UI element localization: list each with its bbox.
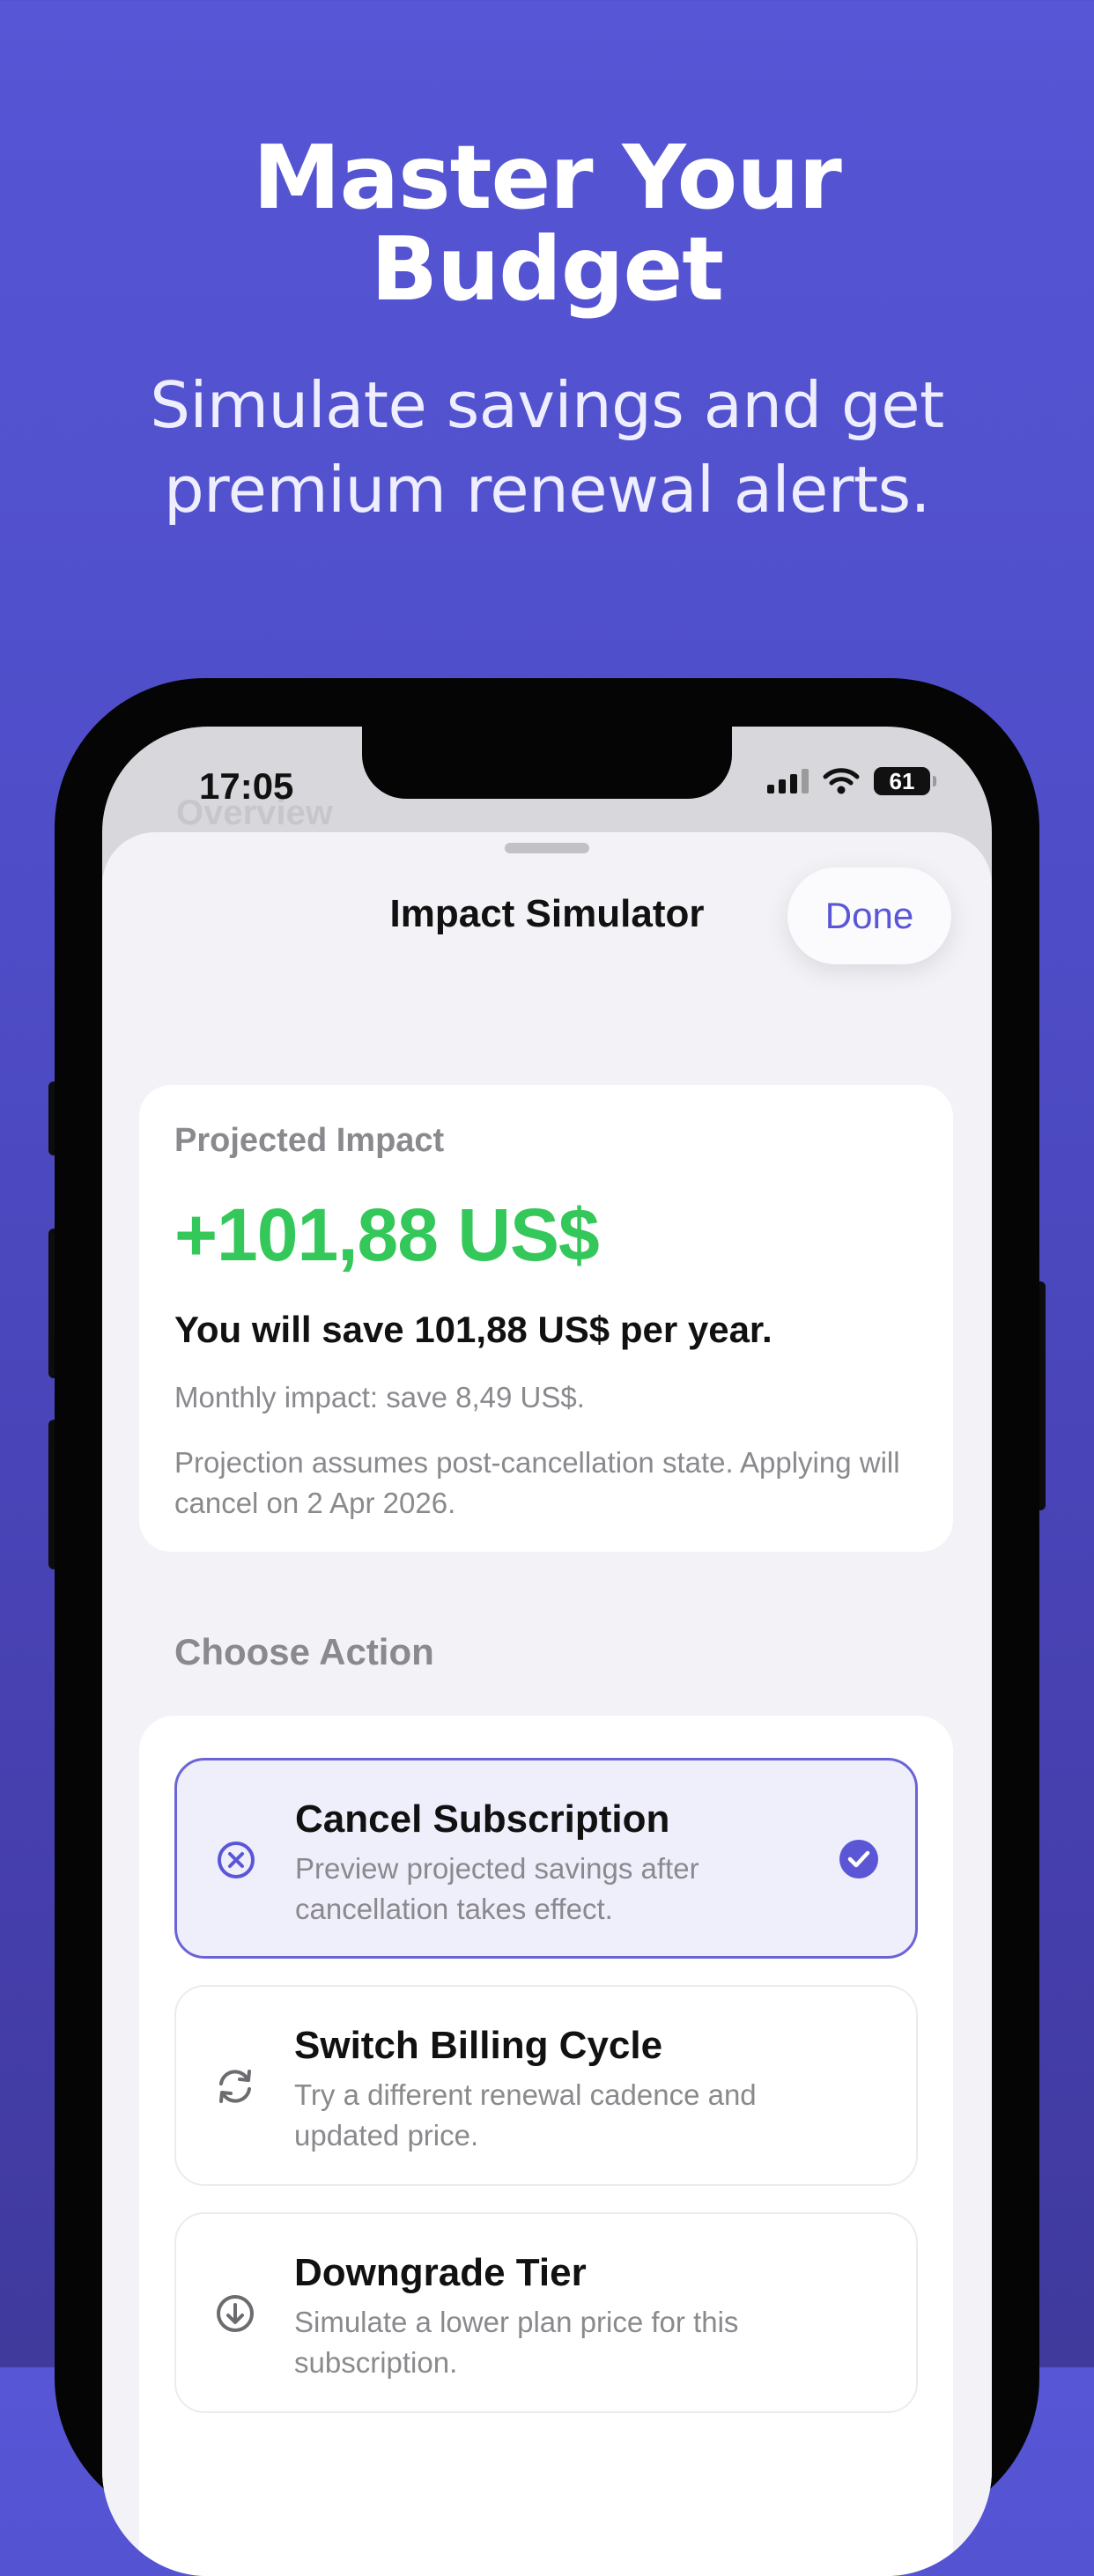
sheet-grabber[interactable] <box>505 843 589 853</box>
action-description: Try a different renewal cadence and upda… <box>294 2078 757 2152</box>
headline-line-2: Budget <box>370 218 724 321</box>
projection-note: Projection assumes post-cancellation sta… <box>174 1446 900 1519</box>
promo-headline: Master Your Budget <box>0 132 1094 315</box>
projected-impact-label: Projected Impact <box>174 1122 445 1159</box>
action-cancel-subscription[interactable]: Cancel Subscription Preview projected sa… <box>174 1758 918 1959</box>
arrow-down-circle-icon <box>217 2295 254 2332</box>
actions-list: Cancel Subscription Preview projected sa… <box>139 1716 953 2576</box>
phone-notch <box>362 727 732 799</box>
choose-action-header: Choose Action <box>174 1631 434 1672</box>
projected-impact-value: +101,88 US$ <box>174 1193 600 1276</box>
subhead-line-1: Simulate savings and get <box>150 368 944 442</box>
projected-impact-card: Projected Impact +101,88 US$ You will sa… <box>139 1085 953 1552</box>
promo-subhead: Simulate savings and get premium renewal… <box>0 363 1094 532</box>
status-icons: 61 <box>767 767 936 795</box>
x-circle-icon <box>218 1842 255 1878</box>
monthly-impact-text: Monthly impact: save 8,49 US$. <box>174 1381 585 1413</box>
subhead-line-2: premium renewal alerts. <box>163 453 931 527</box>
action-title: Switch Billing Cycle <box>294 2024 663 2067</box>
phone-frame: Overview 17:05 61 Impact Simulator Done … <box>55 678 1039 2576</box>
action-downgrade-tier[interactable]: Downgrade Tier Simulate a lower plan pri… <box>174 2212 918 2413</box>
wifi-icon <box>823 768 860 794</box>
annual-savings-text: You will save 101,88 US$ per year. <box>174 1309 772 1350</box>
battery-icon: 61 <box>874 767 936 795</box>
status-time: 17:05 <box>199 765 294 807</box>
action-title: Cancel Subscription <box>295 1797 670 1841</box>
phone-screen: Overview 17:05 61 Impact Simulator Done … <box>102 727 992 2576</box>
action-description: Preview projected savings after cancella… <box>295 1852 699 1925</box>
refresh-cycle-icon <box>219 2070 251 2103</box>
done-button[interactable]: Done <box>787 867 951 964</box>
cellular-signal-icon <box>767 769 809 793</box>
headline-line-1: Master Your <box>253 126 842 229</box>
action-description: Simulate a lower plan price for this sub… <box>294 2306 739 2379</box>
action-title: Downgrade Tier <box>294 2251 587 2294</box>
impact-simulator-sheet: Impact Simulator Done Projected Impact +… <box>102 832 992 2576</box>
checkmark-circle-icon <box>839 1840 878 1878</box>
action-switch-billing-cycle[interactable]: Switch Billing Cycle Try a different ren… <box>174 1985 918 2186</box>
